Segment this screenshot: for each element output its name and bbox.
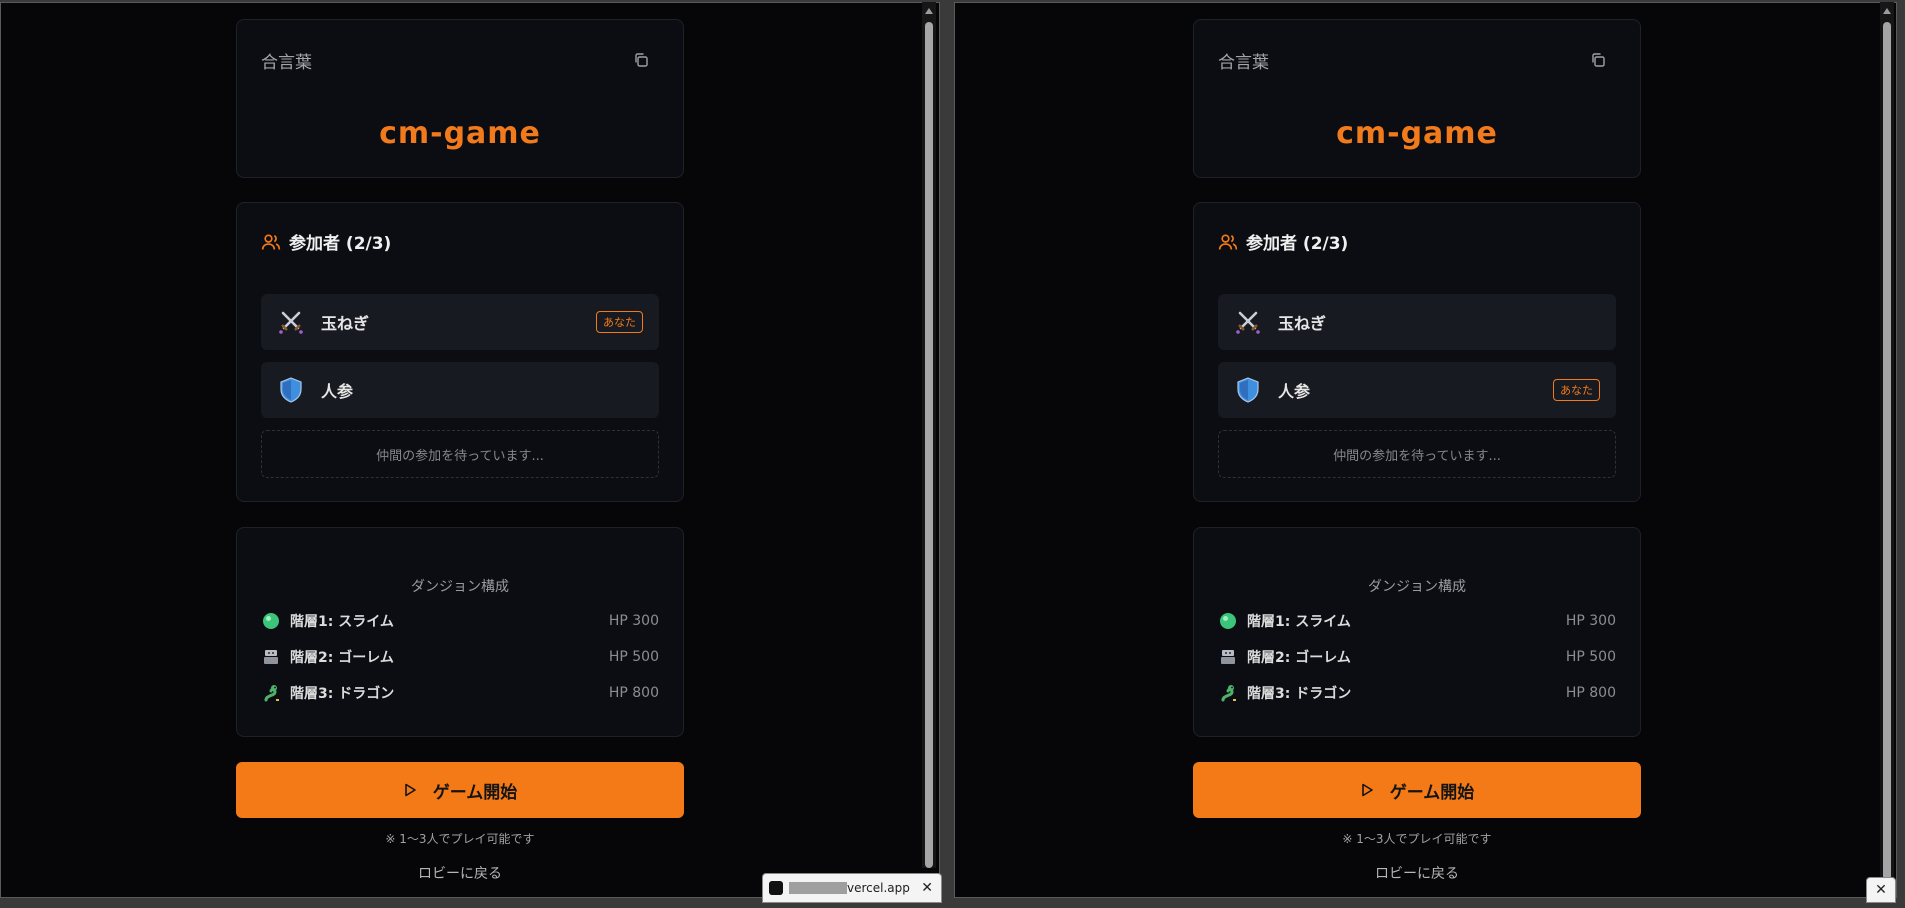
download-item[interactable]: vercel.app ✕ <box>762 873 942 903</box>
browser-window-right: 合言葉 cm-game 参加者 (2/3) 玉ねぎ 人参 あなた 仲間の参加を待… <box>954 2 1897 898</box>
back-to-lobby-link[interactable]: ロビーに戻る <box>236 863 684 883</box>
dungeon-title: ダンジョン構成 <box>1368 579 1466 595</box>
dungeon-floor-row: 階層2: ゴーレム HP 500 <box>261 645 659 669</box>
passphrase-value: cm-game <box>1336 116 1498 151</box>
player-row: 玉ねぎ <box>1218 294 1616 350</box>
crossed-swords-icon <box>1234 308 1262 336</box>
player-row: 玉ねぎ あなた <box>261 294 659 350</box>
copy-icon[interactable] <box>633 52 649 68</box>
passphrase-card: 合言葉 cm-game <box>1193 19 1641 178</box>
player-name: 人参 <box>321 382 354 401</box>
start-game-label: ゲーム開始 <box>1389 782 1475 803</box>
passphrase-label: 合言葉 <box>1218 53 1269 73</box>
shield-icon <box>1234 376 1262 404</box>
crossed-swords-icon <box>277 308 305 336</box>
dragon-icon <box>1218 683 1238 703</box>
dungeon-floor-row: 階層1: スライム HP 300 <box>1218 609 1616 633</box>
floor-label: 階層3: ドラゴン <box>1247 686 1352 702</box>
scrollbar[interactable] <box>1880 2 1894 894</box>
dungeon-card: ダンジョン構成 階層1: スライム HP 300 階層2: ゴーレム HP 50… <box>1193 527 1641 737</box>
floor-label: 階層1: スライム <box>290 614 394 630</box>
floor-label: 階層1: スライム <box>1247 614 1351 630</box>
player-name: 玉ねぎ <box>1278 314 1327 333</box>
slime-icon <box>1218 611 1238 631</box>
browser-window-left: 合言葉 cm-game 参加者 (2/3) 玉ねぎ あなた 人参 仲間の参加を待… <box>0 2 940 898</box>
download-filename: vercel.app <box>847 881 910 895</box>
lobby-column: 合言葉 cm-game 参加者 (2/3) 玉ねぎ あなた 人参 仲間の参加を待… <box>236 19 684 883</box>
you-badge: あなた <box>596 311 643 333</box>
dragon-icon <box>261 683 281 703</box>
golem-icon <box>1218 647 1238 667</box>
waiting-placeholder: 仲間の参加を待っています... <box>1218 430 1616 478</box>
play-icon <box>1361 783 1373 797</box>
close-icon[interactable]: ✕ <box>1866 877 1896 903</box>
start-game-label: ゲーム開始 <box>432 782 518 803</box>
scroll-up-arrow-icon[interactable] <box>925 8 933 14</box>
site-favicon-icon <box>769 881 783 895</box>
scrollbar-thumb[interactable] <box>1883 22 1891 880</box>
lobby-column: 合言葉 cm-game 参加者 (2/3) 玉ねぎ 人参 あなた 仲間の参加を待… <box>1193 19 1641 883</box>
floor-label: 階層3: ドラゴン <box>290 686 395 702</box>
dungeon-floor-row: 階層3: ドラゴン HP 800 <box>261 681 659 705</box>
player-name: 玉ねぎ <box>321 314 370 333</box>
start-game-button[interactable]: ゲーム開始 <box>1193 762 1641 818</box>
waiting-placeholder: 仲間の参加を待っています... <box>261 430 659 478</box>
player-row: 人参 <box>261 362 659 418</box>
passphrase-label: 合言葉 <box>261 53 312 73</box>
copy-icon[interactable] <box>1590 52 1606 68</box>
participants-card: 参加者 (2/3) 玉ねぎ 人参 あなた 仲間の参加を待っています... <box>1193 202 1641 502</box>
users-icon <box>261 234 281 250</box>
participants-title: 参加者 (2/3) <box>289 234 392 254</box>
start-game-button[interactable]: ゲーム開始 <box>236 762 684 818</box>
play-icon <box>404 783 416 797</box>
participants-card: 参加者 (2/3) 玉ねぎ あなた 人参 仲間の参加を待っています... <box>236 202 684 502</box>
slime-icon <box>261 611 281 631</box>
scrollbar[interactable] <box>922 2 936 868</box>
floor-hp: HP 800 <box>608 685 659 701</box>
dungeon-floor-row: 階層3: ドラゴン HP 800 <box>1218 681 1616 705</box>
you-badge: あなた <box>1553 379 1600 401</box>
passphrase-value: cm-game <box>379 116 541 151</box>
scrollbar-thumb[interactable] <box>925 22 933 868</box>
participants-header: 参加者 (2/3) <box>1218 229 1348 254</box>
player-count-note: ※ 1〜3人でプレイ可能です <box>1342 832 1492 846</box>
floor-hp: HP 500 <box>608 649 659 665</box>
floor-hp: HP 300 <box>608 613 659 629</box>
passphrase-card: 合言葉 cm-game <box>236 19 684 178</box>
floor-hp: HP 800 <box>1565 685 1616 701</box>
redacted-filename <box>789 882 847 894</box>
back-to-lobby-link[interactable]: ロビーに戻る <box>1193 863 1641 883</box>
users-icon <box>1218 234 1238 250</box>
scroll-up-arrow-icon[interactable] <box>1883 8 1891 14</box>
participants-header: 参加者 (2/3) <box>261 229 391 254</box>
dungeon-floor-row: 階層2: ゴーレム HP 500 <box>1218 645 1616 669</box>
shield-icon <box>277 376 305 404</box>
floor-label: 階層2: ゴーレム <box>1247 650 1351 666</box>
close-icon[interactable]: ✕ <box>921 880 933 896</box>
dungeon-floor-row: 階層1: スライム HP 300 <box>261 609 659 633</box>
player-name: 人参 <box>1278 382 1311 401</box>
player-count-note: ※ 1〜3人でプレイ可能です <box>385 832 535 846</box>
dungeon-card: ダンジョン構成 階層1: スライム HP 300 階層2: ゴーレム HP 50… <box>236 527 684 737</box>
floor-hp: HP 500 <box>1565 649 1616 665</box>
floor-label: 階層2: ゴーレム <box>290 650 394 666</box>
dungeon-title: ダンジョン構成 <box>411 579 509 595</box>
floor-hp: HP 300 <box>1565 613 1616 629</box>
player-row: 人参 あなた <box>1218 362 1616 418</box>
participants-title: 参加者 (2/3) <box>1246 234 1349 254</box>
golem-icon <box>261 647 281 667</box>
